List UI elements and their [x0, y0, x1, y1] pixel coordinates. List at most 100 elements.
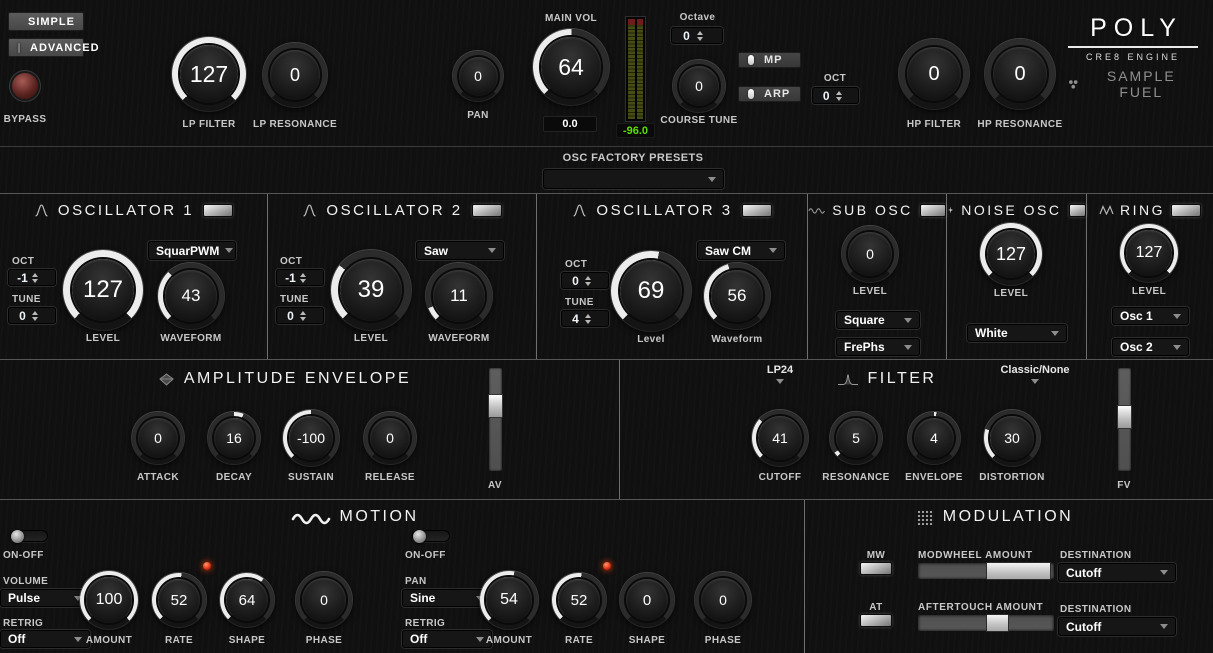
mw-button[interactable] [860, 562, 892, 575]
distortion-mode-dropdown[interactable]: Classic/None [985, 364, 1085, 384]
attack-knob[interactable]: 0 [132, 412, 184, 464]
pan-knob[interactable]: 0 [453, 51, 503, 101]
modwheel-slider-handle[interactable] [986, 562, 1052, 580]
aftertouch-amount-slider[interactable] [918, 614, 1054, 632]
oscillator-1-enable-button[interactable] [203, 204, 234, 217]
sub-osc-wave-dropdown[interactable]: Square [836, 311, 920, 329]
advanced-button[interactable]: ADVANCED [8, 38, 99, 57]
motion1-rate-knob[interactable]: 52 [152, 573, 206, 627]
motion2-phase-label: PHASE [704, 635, 742, 646]
motion2-shape-knob[interactable]: 0 [620, 573, 674, 627]
osc2-tune-stepper[interactable]: 0 [276, 307, 324, 324]
chevron-down-icon [1051, 330, 1059, 336]
motion1-rate-value: 52 [170, 591, 188, 609]
osc3-oct-stepper[interactable]: 0 [561, 272, 609, 289]
fv-slider[interactable] [1117, 368, 1132, 471]
hp-filter-knob[interactable]: 0 [899, 39, 969, 109]
release-knob[interactable]: 0 [364, 412, 416, 464]
oscillator-3-enable-button[interactable] [741, 204, 772, 217]
mp-button[interactable]: MP [738, 52, 801, 68]
motion2-phase-knob[interactable]: 0 [695, 572, 751, 628]
advanced-label: ADVANCED [30, 41, 100, 54]
at-button[interactable] [860, 614, 892, 627]
at-label: AT [869, 602, 883, 613]
av-slider[interactable] [488, 368, 503, 471]
arp-button[interactable]: ARP [738, 86, 801, 102]
ring-source1-dropdown[interactable]: Osc 1 [1112, 307, 1189, 325]
cutoff-knob[interactable]: 41 [752, 410, 808, 466]
course-tune-knob[interactable]: 0 [673, 60, 725, 112]
sustain-knob[interactable]: -100 [283, 410, 339, 466]
sub-osc-level-label: LEVEL [852, 286, 888, 297]
sub-osc-level-knob[interactable]: 0 [842, 226, 898, 282]
aftertouch-slider-handle[interactable] [986, 614, 1010, 632]
osc1-level-knob[interactable]: 127 [63, 250, 143, 330]
resonance-knob[interactable]: 5 [830, 412, 882, 464]
decay-knob[interactable]: 16 [208, 412, 260, 464]
stepper-arrows-icon[interactable] [835, 90, 855, 101]
distortion-knob[interactable]: 30 [984, 410, 1040, 466]
at-destination-dropdown[interactable]: Cutoff [1058, 617, 1176, 636]
hp-resonance-knob[interactable]: 0 [985, 39, 1055, 109]
osc2-level-knob[interactable]: 39 [331, 250, 411, 330]
bypass-button[interactable] [12, 73, 38, 99]
motion2-rate-knob[interactable]: 52 [552, 573, 606, 627]
osc3-level-knob[interactable]: 69 [611, 251, 691, 331]
motion1-onoff-switch[interactable] [10, 530, 48, 543]
noise-type-dropdown[interactable]: White [967, 324, 1067, 342]
modwheel-amount-slider[interactable] [918, 562, 1054, 580]
oscillator-2-enable-button[interactable] [471, 204, 502, 217]
octave-stepper[interactable]: 0 [671, 27, 723, 44]
stepper-arrows-icon[interactable] [585, 313, 604, 324]
lp-resonance-knob[interactable]: 0 [263, 43, 327, 107]
stepper-arrows-icon[interactable] [300, 272, 319, 283]
simple-label: SIMPLE [28, 15, 75, 28]
lp-filter-knob[interactable]: 127 [172, 37, 246, 111]
ring-level-knob[interactable]: 127 [1120, 224, 1178, 282]
osc1-waveform-knob[interactable]: 43 [158, 263, 224, 329]
osc-factory-presets-dropdown[interactable] [543, 169, 724, 189]
bypass-label: BYPASS [3, 114, 47, 125]
osc1-oct-stepper[interactable]: -1 [8, 269, 56, 286]
motion2-amount-knob[interactable]: 54 [480, 571, 538, 629]
motion1-shape-knob[interactable]: 64 [220, 573, 274, 627]
fv-slider-handle[interactable] [1117, 405, 1132, 430]
ring-source2-dropdown[interactable]: Osc 2 [1112, 338, 1189, 356]
envelope-knob[interactable]: 4 [908, 412, 960, 464]
main-vol-label: MAIN VOL [544, 13, 598, 24]
sub-osc-mode-dropdown[interactable]: FrePhs [836, 338, 920, 356]
osc3-tune-stepper[interactable]: 4 [561, 310, 609, 327]
stepper-arrows-icon[interactable] [585, 275, 604, 286]
osc2-wave-dropdown[interactable]: Saw [416, 241, 504, 260]
motion2-target-dropdown[interactable]: Sine [402, 589, 492, 607]
stepper-arrows-icon[interactable] [32, 272, 51, 283]
stepper-arrows-icon[interactable] [32, 310, 51, 321]
noise-osc-enable-button[interactable] [1068, 203, 1086, 217]
motion1-phase-value: 0 [320, 592, 328, 608]
mw-destination-dropdown[interactable]: Cutoff [1058, 563, 1176, 582]
stepper-arrows-icon[interactable] [300, 310, 319, 321]
main-vol-knob[interactable]: 64 [533, 29, 609, 105]
simple-button[interactable]: SIMPLE [8, 12, 84, 31]
sub-osc-enable-button[interactable] [919, 203, 946, 217]
release-value: 0 [386, 430, 394, 446]
motion2-onoff-switch[interactable] [412, 530, 450, 543]
stepper-arrows-icon[interactable] [697, 30, 718, 41]
osc2-waveform-knob[interactable]: 11 [426, 263, 492, 329]
osc3-waveform-knob[interactable]: 56 [704, 263, 770, 329]
ring-enable-button[interactable] [1171, 203, 1201, 217]
motion2-retrig-value: Off [410, 632, 428, 646]
oct-label: OCT [823, 73, 847, 84]
oct-stepper[interactable]: 0 [812, 87, 859, 104]
av-slider-handle[interactable] [488, 393, 503, 418]
oscillator-3-section: OSCILLATOR 3 OCT 0 TUNE 4 69 Level Saw C… [537, 194, 808, 359]
motion1-target-dropdown[interactable]: Pulse [0, 589, 90, 607]
filter-type-dropdown[interactable]: LP24 [740, 364, 820, 384]
noise-osc-level-knob[interactable]: 127 [980, 223, 1042, 285]
osc3-wave-dropdown[interactable]: Saw CM [697, 241, 785, 260]
motion1-phase-knob[interactable]: 0 [296, 572, 352, 628]
motion1-amount-knob[interactable]: 100 [80, 571, 138, 629]
osc1-wave-dropdown[interactable]: SquarPWM [148, 241, 236, 260]
osc1-tune-stepper[interactable]: 0 [8, 307, 56, 324]
osc2-oct-stepper[interactable]: -1 [276, 269, 324, 286]
